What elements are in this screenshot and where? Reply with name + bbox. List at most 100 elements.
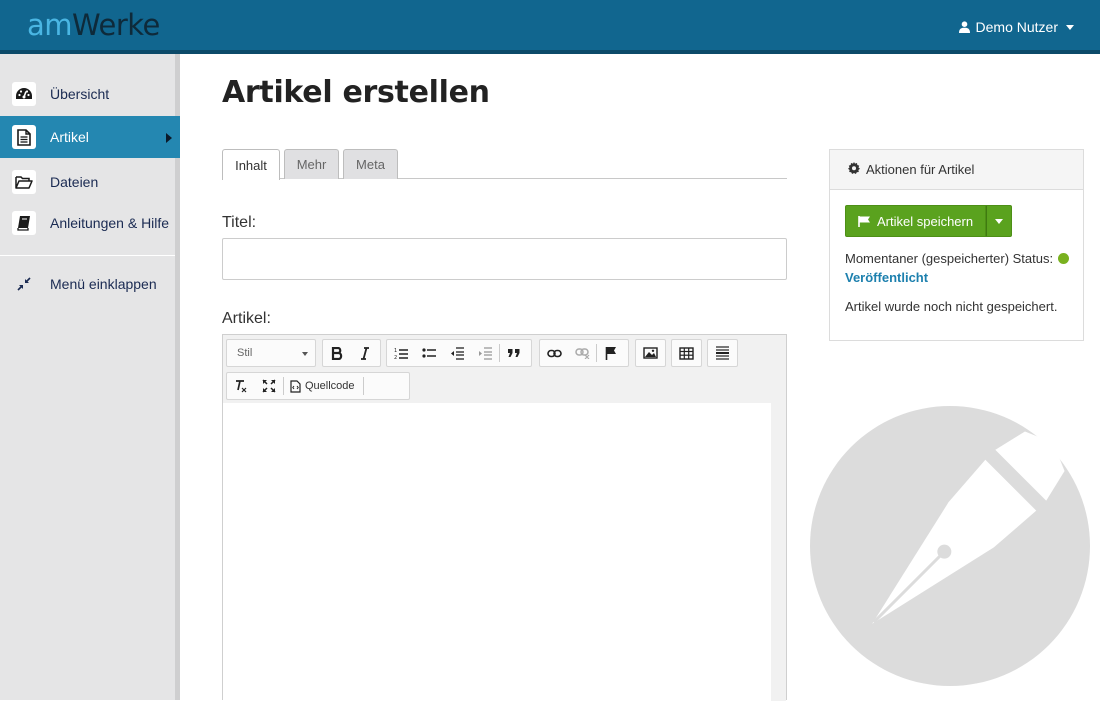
remove-format-icon	[236, 379, 247, 392]
sidebar-item-label: Anleitungen & Hilfe	[50, 215, 170, 231]
sidebar-item-articles[interactable]: Artikel	[0, 116, 180, 158]
article-label: Artikel:	[222, 310, 271, 327]
table-button[interactable]	[672, 340, 700, 366]
sidebar-item-label: Übersicht	[50, 86, 110, 102]
title-input[interactable]	[222, 238, 787, 280]
italic-button[interactable]	[351, 340, 379, 366]
toolbar-group-links	[539, 339, 629, 367]
status-value-link[interactable]: Veröffentlicht	[845, 270, 928, 285]
article-actions-panel: Aktionen für Artikel Artikel speichern M…	[829, 149, 1084, 341]
toolbar-group-table	[671, 339, 702, 367]
toolbar-group-rule	[707, 339, 738, 367]
blockquote-button[interactable]	[500, 340, 528, 366]
sidebar-divider	[0, 255, 175, 256]
image-icon	[642, 347, 658, 359]
sidebar-collapse-label: Menü einklappen	[50, 276, 157, 292]
sidebar: Übersicht Artikel Dateien Anleitungen & …	[0, 54, 180, 700]
bullet-list-button[interactable]	[415, 340, 443, 366]
source-button[interactable]: Quellcode	[284, 373, 363, 399]
bold-button[interactable]	[323, 340, 351, 366]
status-indicator	[1058, 253, 1069, 264]
chevron-down-icon	[1066, 24, 1074, 30]
chevron-right-icon	[166, 133, 172, 143]
bullet-list-icon	[422, 348, 436, 358]
svg-text:1: 1	[394, 348, 397, 354]
bold-icon	[331, 346, 343, 360]
toolbar-separator	[362, 377, 364, 395]
editor-scrollbar[interactable]	[771, 403, 786, 701]
status-label: Momentaner (gespeicherter) Status:	[845, 251, 1054, 266]
book-icon	[12, 211, 36, 235]
outdent-button[interactable]	[443, 340, 471, 366]
tab-label: Mehr	[296, 157, 327, 172]
dashboard-icon	[12, 82, 36, 106]
save-state-note: Artikel wurde noch nicht gespeichert.	[845, 299, 1058, 314]
link-icon	[546, 349, 562, 357]
flag-icon	[858, 215, 870, 227]
gear-icon	[848, 162, 860, 177]
numbered-list-icon: 12	[394, 348, 408, 360]
toolbar-group-image	[635, 339, 666, 367]
sidebar-item-overview[interactable]: Übersicht	[0, 73, 175, 115]
logo-werke: Werke	[72, 8, 160, 42]
numbered-list-button[interactable]: 12	[387, 340, 415, 366]
source-label: Quellcode	[305, 380, 355, 392]
panel-title: Aktionen für Artikel	[866, 162, 975, 177]
source-code-icon	[290, 379, 301, 393]
document-icon	[12, 125, 36, 149]
save-article-button[interactable]: Artikel speichern	[845, 205, 987, 237]
toolbar-group-paragraph: 12	[386, 339, 532, 367]
logo-am: am	[27, 8, 73, 42]
tab-label: Meta	[356, 157, 385, 172]
flag-icon	[605, 347, 616, 360]
maximize-icon	[262, 379, 276, 393]
sidebar-collapse-button[interactable]: Menü einklappen	[0, 263, 175, 305]
save-button-group: Artikel speichern	[845, 205, 1013, 237]
tab-bar: Inhalt Mehr Meta	[222, 149, 787, 180]
save-options-dropdown[interactable]	[986, 205, 1013, 237]
quote-icon	[508, 349, 520, 357]
image-button[interactable]	[636, 340, 664, 366]
save-article-label: Artikel speichern	[877, 213, 974, 229]
style-dropdown-value: Stil	[237, 347, 253, 359]
indent-button[interactable]	[471, 340, 499, 366]
toolbar-group-tools: Quellcode	[226, 372, 410, 400]
sidebar-item-help[interactable]: Anleitungen & Hilfe	[0, 202, 175, 244]
link-button[interactable]	[540, 340, 568, 366]
compress-icon	[12, 272, 36, 296]
app-logo[interactable]: amWerke	[27, 8, 160, 42]
sidebar-item-label: Artikel	[50, 129, 89, 145]
chevron-down-icon	[995, 218, 1004, 224]
user-icon	[958, 21, 970, 33]
tab-label: Inhalt	[235, 157, 267, 173]
title-label: Titel:	[222, 214, 257, 231]
page-title: Artikel erstellen	[222, 75, 490, 110]
sidebar-item-label: Dateien	[50, 174, 99, 190]
indent-icon	[479, 346, 492, 360]
user-menu[interactable]: Demo Nutzer	[958, 19, 1074, 35]
user-name: Demo Nutzer	[975, 19, 1058, 35]
sidebar-item-files[interactable]: Dateien	[0, 161, 175, 203]
panel-header: Aktionen für Artikel	[830, 150, 1083, 190]
top-bar: amWerke Demo Nutzer	[0, 0, 1100, 54]
horizontal-rule-button[interactable]	[708, 340, 736, 366]
maximize-button[interactable]	[255, 373, 283, 399]
tab-meta[interactable]: Meta	[343, 149, 398, 179]
tab-more[interactable]: Mehr	[284, 149, 339, 179]
style-dropdown[interactable]: Stil	[226, 339, 316, 367]
rich-text-editor: Stil 12 Quellcode	[222, 334, 787, 701]
fountain-pen-icon	[810, 406, 1090, 686]
svg-text:2: 2	[394, 355, 397, 360]
unlink-icon	[574, 347, 589, 359]
editor-content-area[interactable]	[223, 403, 771, 701]
horizontal-rule-icon	[715, 346, 729, 360]
remove-format-button[interactable]	[227, 373, 255, 399]
table-icon	[678, 346, 694, 360]
anchor-button[interactable]	[597, 340, 625, 366]
toolbar-group-basic	[322, 339, 381, 367]
outdent-icon	[451, 346, 464, 360]
folder-open-icon	[12, 170, 36, 194]
unlink-button[interactable]	[568, 340, 596, 366]
italic-icon	[361, 346, 369, 360]
tab-content[interactable]: Inhalt	[222, 149, 280, 180]
